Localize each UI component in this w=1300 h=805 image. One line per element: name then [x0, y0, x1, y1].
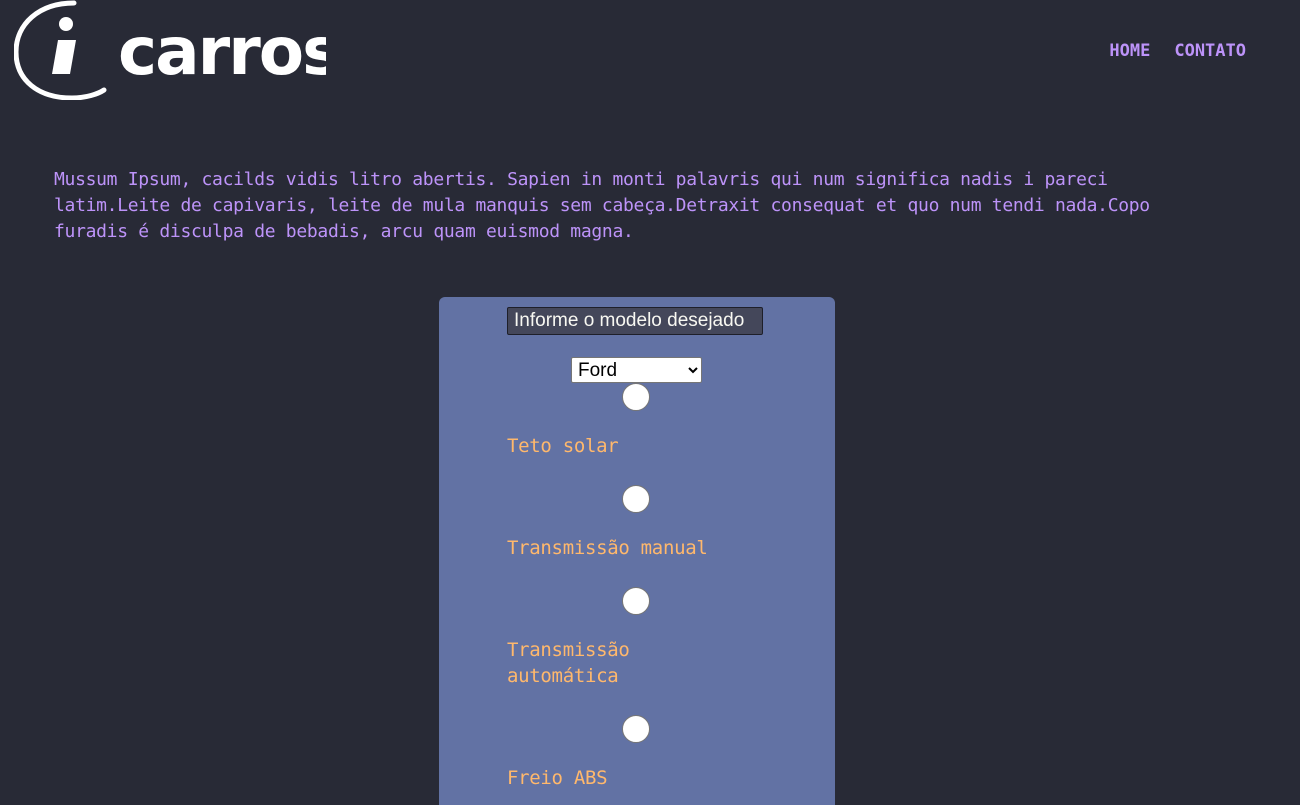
- model-input[interactable]: [507, 307, 763, 335]
- freio-abs-radio[interactable]: [622, 715, 650, 743]
- main-nav: HOME CONTATO: [1109, 41, 1246, 61]
- logo-wordmark: carros: [118, 13, 326, 90]
- transmissao-manual-label: Transmissão manual: [507, 537, 708, 559]
- freio-abs-label: Freio ABS: [507, 767, 608, 789]
- search-form-panel: Ford Teto solar Transmissão manual Trans…: [439, 297, 835, 805]
- nav-link-home[interactable]: HOME: [1109, 41, 1150, 61]
- brand-select[interactable]: Ford: [571, 357, 702, 383]
- nav-link-contato[interactable]: CONTATO: [1174, 41, 1246, 61]
- logo-graphic: carros: [14, 0, 326, 100]
- teto-solar-label: Teto solar: [507, 435, 619, 457]
- teto-solar-radio[interactable]: [622, 383, 650, 411]
- transmissao-manual-radio[interactable]: [622, 485, 650, 513]
- transmissao-automatica-label: Transmissão automática: [507, 639, 630, 687]
- intro-text: Mussum Ipsum, cacilds vidis litro aberti…: [54, 169, 1150, 242]
- transmissao-automatica-radio[interactable]: [622, 587, 650, 615]
- site-logo[interactable]: carros: [14, 0, 326, 100]
